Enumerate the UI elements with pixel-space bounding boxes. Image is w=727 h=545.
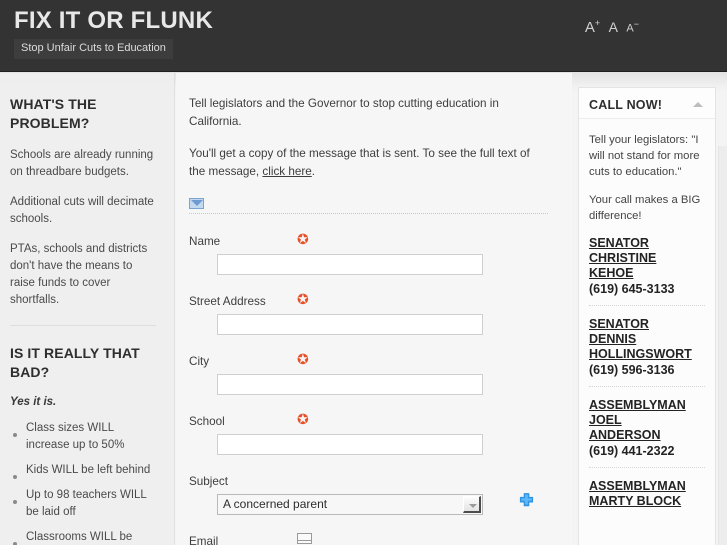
field-email: Email [189, 532, 548, 545]
required-star-icon: ✪ [297, 231, 309, 247]
legislator-phone: (619) 441-2322 [589, 444, 675, 458]
subject-selected-value: A concerned parent [223, 497, 328, 511]
copy-note-before: You'll get a copy of the message that is… [189, 147, 530, 178]
school-input[interactable] [217, 434, 483, 455]
page-content: WHAT'S THE PROBLEM? Schools are already … [0, 73, 727, 545]
main-copy-note: You'll get a copy of the message that is… [189, 145, 548, 181]
legislator-name-link[interactable]: HOLLINGSWORT [589, 347, 705, 362]
form-top-divider [189, 213, 548, 214]
main-intro-text: Tell legislators and the Governor to sto… [189, 97, 499, 128]
legislator-entry: ASSEMBLYMAN MARTY BLOCK [589, 467, 705, 509]
list-item: Classrooms WILL be [10, 529, 156, 545]
font-increase-sup: + [594, 18, 601, 28]
legislator-name-link[interactable]: ASSEMBLYMAN [589, 398, 705, 413]
field-label-row: Email [189, 532, 548, 545]
field-label-row: School ✪ [189, 412, 548, 428]
legislator-name-link[interactable]: ASSEMBLYMAN [589, 479, 705, 494]
field-label: Email [189, 535, 219, 545]
subject-select[interactable]: A concerned parent [217, 494, 483, 515]
field-label-row: Street Address ✪ [189, 292, 548, 308]
field-city: City ✪ [189, 352, 548, 395]
call-now-paragraph: Tell your legislators: "I will not stand… [589, 134, 700, 178]
petition-form: Name ✪ Street Address ✪ City ✪ School ✪ … [189, 232, 548, 545]
sidebar-lead-yes-it-is: Yes it is. [10, 396, 57, 408]
field-label: Subject [189, 475, 228, 488]
sidebar-consequences-list: Class sizes WILL increase up to 50% Kids… [10, 420, 156, 545]
envelope-outline-icon [297, 533, 312, 544]
list-item: Kids WILL be left behind [10, 462, 156, 479]
legislator-name-link[interactable]: MARTY BLOCK [589, 494, 705, 509]
sidebar-left: WHAT'S THE PROBLEM? Schools are already … [0, 73, 175, 545]
list-item: Up to 98 teachers WILL be laid off [10, 487, 156, 521]
full-text-link[interactable]: click here [262, 165, 311, 178]
required-star-icon: ✪ [297, 291, 309, 307]
site-header: FIX IT OR FLUNK Stop Unfair Cuts to Educ… [0, 0, 727, 72]
legislator-phone: (619) 596-3136 [589, 363, 675, 377]
font-normal-button[interactable]: A [609, 19, 618, 35]
legislator-name-link[interactable]: JOEL [589, 413, 705, 428]
field-label: School [189, 415, 225, 428]
city-input[interactable] [217, 374, 483, 395]
legislator-name-link[interactable]: ANDERSON [589, 428, 705, 443]
font-decrease-sup: − [633, 19, 639, 30]
chevron-up-icon[interactable] [693, 102, 703, 107]
site-tagline: Stop Unfair Cuts to Education [14, 39, 173, 59]
legislator-name-link[interactable]: CHRISTINE [589, 251, 705, 266]
required-star-icon: ✪ [297, 411, 309, 427]
sidebar-right: CALL NOW! Tell your legislators: "I will… [578, 87, 716, 545]
field-street-address: Street Address ✪ [189, 292, 548, 335]
field-label: City [189, 355, 210, 368]
sidebar-paragraph: Additional cuts will decimate schools. [10, 196, 154, 225]
call-now-widget-header: CALL NOW! [579, 88, 715, 119]
sidebar-paragraph: PTAs, schools and districts don't have t… [10, 243, 148, 306]
subject-select-row: A concerned parent [217, 493, 534, 515]
font-size-controls: A+ A A− [581, 18, 639, 37]
list-item: Class sizes WILL increase up to 50% [10, 420, 156, 454]
main-column: Tell legislators and the Governor to sto… [176, 73, 572, 545]
legislator-name-link[interactable]: SENATOR [589, 236, 705, 251]
name-input[interactable] [217, 254, 483, 275]
legislator-entry: SENATOR DENNIS HOLLINGSWORT (619) 596-31… [589, 305, 705, 378]
street-address-input[interactable] [217, 314, 483, 335]
field-school: School ✪ [189, 412, 548, 455]
legislator-name-link[interactable]: DENNIS [589, 332, 705, 347]
field-label-row: Name ✪ [189, 232, 548, 248]
plus-icon[interactable] [517, 492, 536, 511]
sidebar-paragraph: Schools are already running on threadbar… [10, 149, 154, 178]
font-increase-label: A [584, 19, 595, 36]
call-now-paragraph: Your call makes a BIG difference! [589, 194, 701, 222]
sidebar-heading-really-bad: IS IT REALLY THAT BAD? [10, 345, 140, 380]
font-decrease-button[interactable]: A− [626, 19, 639, 35]
call-now-title: CALL NOW! [589, 98, 663, 112]
legislator-name-link[interactable]: KEHOE [589, 266, 705, 281]
chevron-down-icon[interactable] [463, 496, 481, 513]
call-now-widget-body: Tell your legislators: "I will not stand… [579, 119, 715, 509]
required-star-icon: ✪ [297, 351, 309, 367]
field-label-row: City ✪ [189, 352, 548, 368]
legislator-phone: (619) 645-3133 [589, 282, 675, 296]
copy-note-after: . [311, 165, 316, 178]
site-title: FIX IT OR FLUNK [14, 7, 213, 34]
envelope-icon [189, 198, 204, 210]
legislator-entry: SENATOR CHRISTINE KEHOE (619) 645-3133 [589, 236, 705, 297]
brand[interactable]: FIX IT OR FLUNK Stop Unfair Cuts to Educ… [14, 6, 213, 59]
page-right-edge [718, 146, 727, 545]
field-label: Name [189, 235, 221, 248]
message-icon-row [189, 195, 548, 210]
field-label: Street Address [189, 295, 266, 308]
legislator-name-link[interactable]: SENATOR [589, 317, 705, 332]
page-root: FIX IT OR FLUNK Stop Unfair Cuts to Educ… [0, 0, 727, 545]
font-increase-button[interactable]: A+ [585, 18, 600, 36]
field-subject: Subject A concerned parent [189, 472, 548, 515]
field-name: Name ✪ [189, 232, 548, 275]
sidebar-heading-problem: WHAT'S THE PROBLEM? [10, 96, 97, 131]
sidebar-divider [10, 325, 156, 326]
field-label-row: Subject [189, 472, 548, 488]
font-decrease-label: A [626, 23, 634, 35]
legislator-entry: ASSEMBLYMAN JOEL ANDERSON (619) 441-2322 [589, 386, 705, 459]
